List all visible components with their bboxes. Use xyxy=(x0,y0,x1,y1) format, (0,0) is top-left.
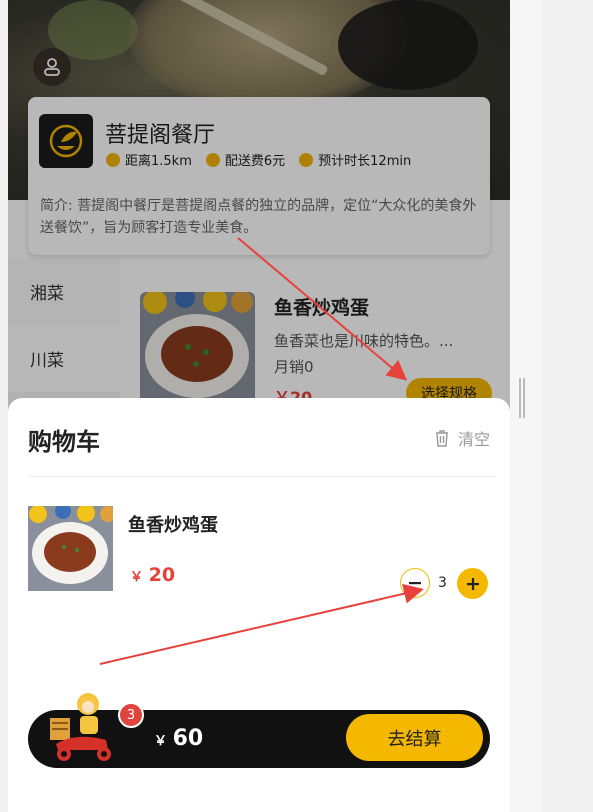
quantity-value: 3 xyxy=(438,575,447,591)
trash-icon xyxy=(436,430,448,447)
clear-cart-label: 清空 xyxy=(458,430,491,449)
currency-symbol: ￥ xyxy=(130,570,144,585)
increase-quantity-button[interactable] xyxy=(457,568,488,599)
minus-icon xyxy=(409,582,421,585)
clear-cart-button[interactable]: 清空 xyxy=(434,426,490,450)
divider xyxy=(28,476,494,477)
plus-icon xyxy=(466,577,479,590)
cart-item-price-value: 20 xyxy=(148,564,176,586)
scrollbar-grip[interactable] xyxy=(519,378,527,418)
total-value: 60 xyxy=(172,726,204,751)
total-currency-symbol: ￥ xyxy=(154,734,168,749)
phone-screen: 菩提阁餐厅 距离1.5km 配送费6元 预计时长12min 简介: 菩提阁中餐厅… xyxy=(8,0,510,812)
cart-count-badge: 3 xyxy=(118,702,144,728)
checkout-bar: 3 ￥ 60 去结算 xyxy=(28,693,490,768)
cart-title: 购物车 xyxy=(28,428,100,456)
cart-item-name: 鱼香炒鸡蛋 xyxy=(128,515,218,536)
cart-panel: 购物车 清空 鱼香炒鸡蛋 ￥ 20 3 3 ￥ 60 去结算 xyxy=(8,398,510,812)
checkout-button[interactable]: 去结算 xyxy=(346,714,483,761)
cart-item-price: ￥ 20 xyxy=(130,564,175,586)
decrease-quantity-button[interactable] xyxy=(400,568,430,598)
cart-item-image xyxy=(28,506,113,591)
delivery-rider-icon[interactable] xyxy=(36,688,122,768)
cart-total: ￥ 60 xyxy=(154,726,203,751)
